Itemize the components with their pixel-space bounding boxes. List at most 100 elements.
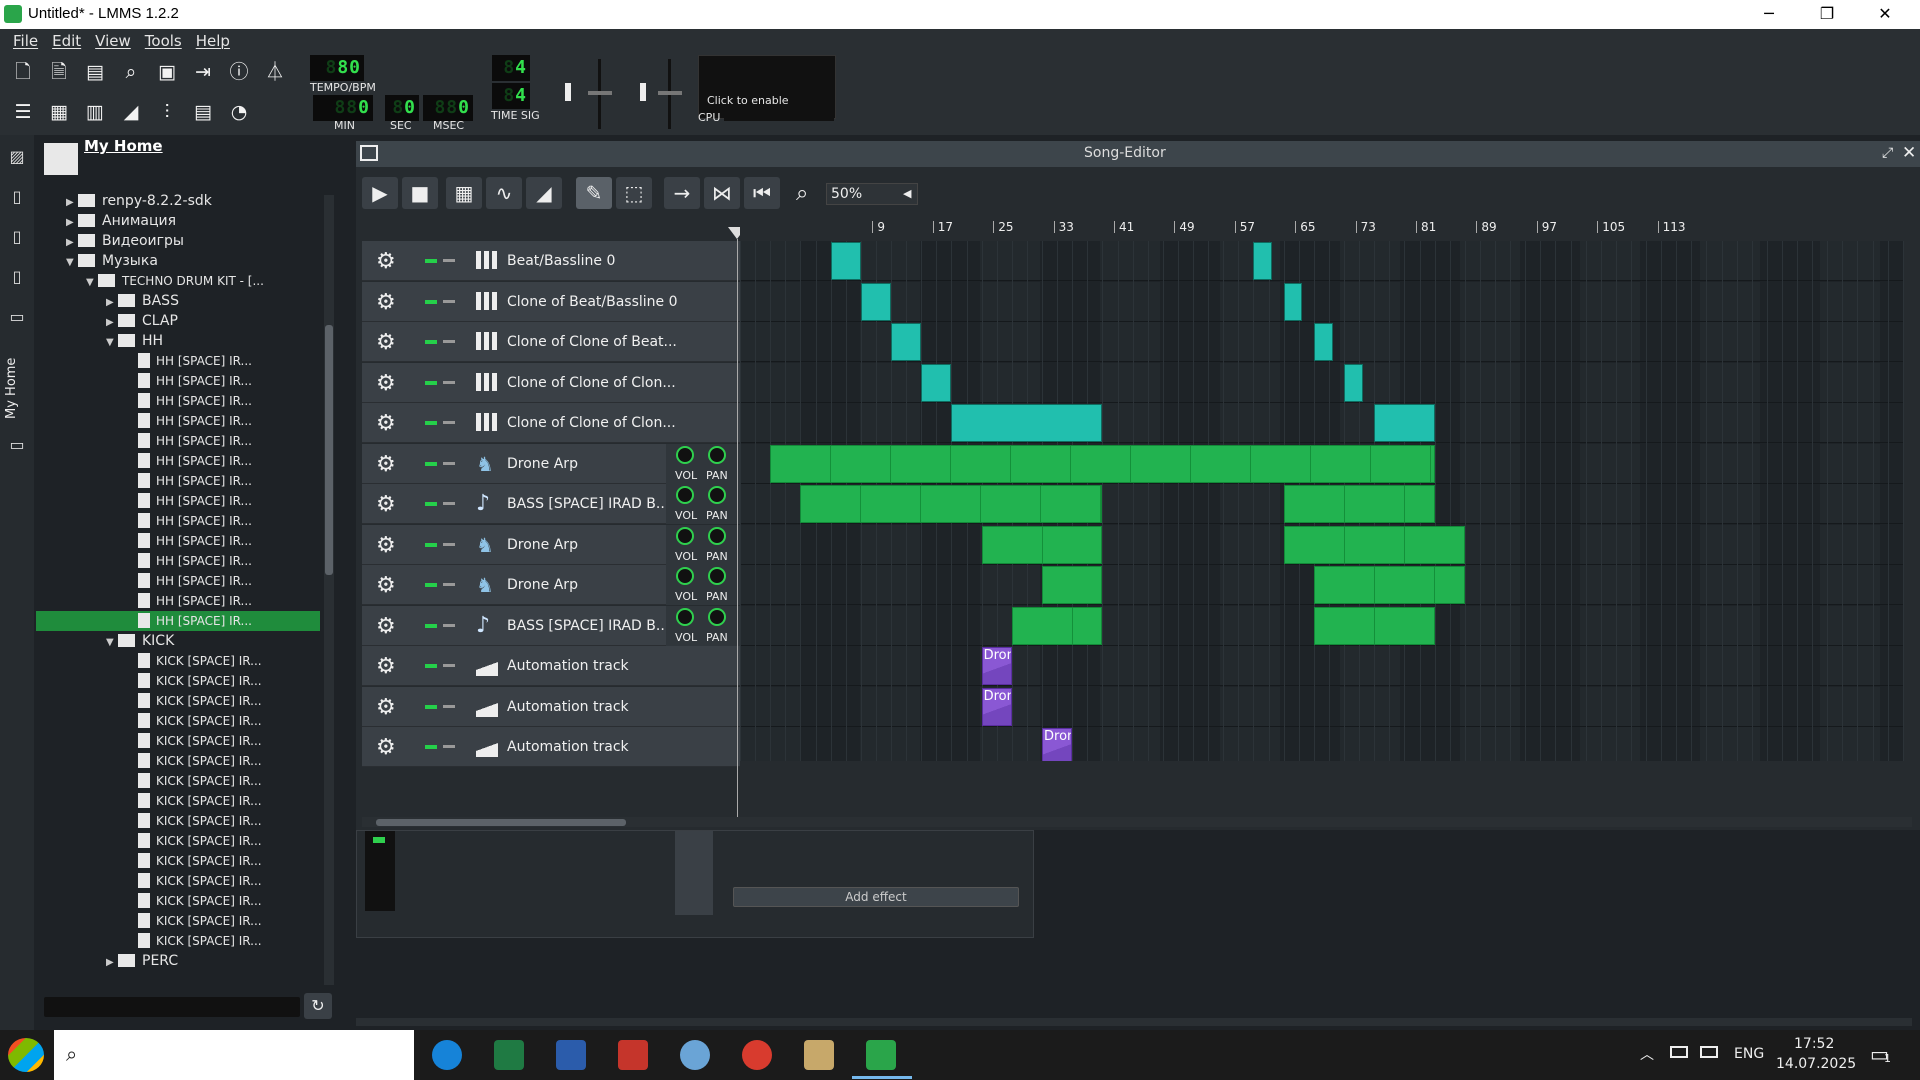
track-name[interactable]: Clone of Clone of Clon... xyxy=(507,415,676,431)
track-settings-gear-icon[interactable]: ⚙ xyxy=(376,249,396,274)
track-solo-toggle[interactable] xyxy=(443,502,455,505)
computer-tab[interactable]: ▭ xyxy=(6,435,28,457)
tree-file[interactable]: KICK [SPACE] IR... xyxy=(36,931,320,951)
track-name[interactable]: Clone of Clone of Beat... xyxy=(507,334,677,350)
instrument-pattern-clip[interactable] xyxy=(1011,606,1103,645)
track-mute-toggle[interactable] xyxy=(425,623,437,628)
track-mute-toggle[interactable] xyxy=(425,745,437,749)
tree-folder[interactable]: ▼ HH xyxy=(36,331,320,351)
panning-knob[interactable] xyxy=(708,445,726,464)
track-mute-toggle[interactable] xyxy=(425,421,437,425)
explorer-taskbar-icon[interactable] xyxy=(804,1040,834,1070)
tree-folder[interactable]: ▶ Видеоигры xyxy=(36,231,320,251)
track-settings-gear-icon[interactable]: ⚙ xyxy=(376,371,396,396)
menu-tools[interactable]: Tools xyxy=(138,29,189,50)
volume-knob[interactable] xyxy=(676,445,694,464)
automation-pattern-clip[interactable]: Drone Ar xyxy=(981,687,1012,726)
tree-file[interactable]: KICK [SPACE] IR... xyxy=(36,831,320,851)
track-row[interactable]: ⚙ Clone of Clone of Beat... xyxy=(362,322,740,362)
track-mute-toggle[interactable] xyxy=(425,380,437,385)
track-row[interactable]: ⚙ Automation track xyxy=(362,727,740,767)
expanded-arrow-icon[interactable]: ▼ xyxy=(66,253,78,273)
grid-row[interactable] xyxy=(740,727,1904,761)
mixer-fader[interactable] xyxy=(365,831,395,911)
tree-file[interactable]: HH [SPACE] IR... xyxy=(36,511,320,531)
grid-row[interactable] xyxy=(740,362,1904,403)
tree-file[interactable]: HH [SPACE] IR... xyxy=(36,451,320,471)
track-solo-toggle[interactable] xyxy=(443,704,455,708)
track-row[interactable]: ⚙ ♪ BASS [SPACE] IRAD B... VOL PAN xyxy=(362,484,740,524)
track-row[interactable]: ⚙ Clone of Beat/Bassline 0 xyxy=(362,281,740,322)
beat-pattern-clip[interactable] xyxy=(860,282,891,321)
track-solo-toggle[interactable] xyxy=(443,461,455,465)
track-name[interactable]: Drone Arp xyxy=(507,537,578,553)
menu-file[interactable]: File xyxy=(6,29,45,50)
tree-file[interactable]: HH [SPACE] IR... xyxy=(36,611,320,631)
my-home-tab-label[interactable]: My Home xyxy=(4,355,19,419)
track-name[interactable]: Beat/Bassline 0 xyxy=(507,253,615,269)
paint-taskbar-icon[interactable] xyxy=(680,1040,710,1070)
zoom-select[interactable]: 50% ◀ xyxy=(826,183,918,205)
beat-editor-toggle[interactable]: ▦ xyxy=(43,96,75,128)
close-button[interactable]: ✕ xyxy=(1862,0,1908,29)
track-solo-toggle[interactable] xyxy=(443,542,455,546)
my-home-tab-icon[interactable]: ▭ xyxy=(6,307,28,329)
lmms-taskbar-icon[interactable] xyxy=(866,1040,896,1070)
track-name[interactable]: Automation track xyxy=(507,699,629,715)
timesig-numerator[interactable]: 84 xyxy=(492,55,530,81)
tree-file[interactable]: KICK [SPACE] IR... xyxy=(36,911,320,931)
track-settings-gear-icon[interactable]: ⚙ xyxy=(376,533,396,558)
track-mute-toggle[interactable] xyxy=(425,664,437,668)
add-automation-track-button[interactable]: ◢ xyxy=(526,177,562,209)
track-settings-gear-icon[interactable]: ⚙ xyxy=(376,411,396,436)
beat-pattern-clip[interactable] xyxy=(1374,404,1435,442)
track-name[interactable]: Clone of Clone of Clon... xyxy=(507,375,676,391)
presets-tab[interactable]: ▯ xyxy=(6,267,28,289)
tree-file[interactable]: KICK [SPACE] IR... xyxy=(36,651,320,671)
taskbar-search[interactable]: ⌕ xyxy=(54,1030,414,1080)
language-indicator[interactable]: ENG xyxy=(1734,1046,1764,1062)
instrument-plugins-tab[interactable]: ▨ xyxy=(6,147,28,169)
tree-file[interactable]: KICK [SPACE] IR... xyxy=(36,871,320,891)
automation-editor-toggle[interactable]: ◢ xyxy=(115,96,147,128)
automation-pattern-clip[interactable]: Drone Ar xyxy=(981,647,1012,685)
tree-folder[interactable]: ▼ Музыка xyxy=(36,251,320,271)
horizontal-scroll-thumb[interactable] xyxy=(376,819,626,826)
automation-pattern-clip[interactable]: Drone Ar xyxy=(1042,728,1073,761)
collapsed-arrow-icon[interactable]: ▶ xyxy=(106,293,118,313)
track-settings-gear-icon[interactable]: ⚙ xyxy=(376,330,396,355)
beat-pattern-clip[interactable] xyxy=(830,242,861,280)
track-name[interactable]: BASS [SPACE] IRAD B... xyxy=(507,618,669,634)
track-solo-toggle[interactable] xyxy=(443,340,455,343)
oscilloscope[interactable]: Click to enable xyxy=(698,55,836,119)
tree-folder[interactable]: ▶ Анимация xyxy=(36,211,320,231)
beat-pattern-clip[interactable] xyxy=(951,404,1103,442)
tempo-display[interactable]: 880 xyxy=(310,55,364,81)
track-row[interactable]: ⚙ Clone of Clone of Clon... xyxy=(362,362,740,403)
track-settings-gear-icon[interactable]: ⚙ xyxy=(376,492,396,517)
panning-knob[interactable] xyxy=(708,526,726,545)
instrument-pattern-clip[interactable] xyxy=(1313,566,1465,604)
track-mute-toggle[interactable] xyxy=(425,461,437,466)
master-pitch-handle[interactable] xyxy=(658,91,682,95)
track-settings-gear-icon[interactable]: ⚙ xyxy=(376,695,396,720)
grid-row[interactable] xyxy=(740,281,1904,322)
master-volume-handle[interactable] xyxy=(588,91,612,95)
timeline-ruler[interactable]: 9 17 25 33 41 49 57 65 73 81 89 97 105 113 xyxy=(740,217,1904,241)
track-settings-gear-icon[interactable]: ⚙ xyxy=(376,452,396,477)
tree-file[interactable]: KICK [SPACE] IR... xyxy=(36,891,320,911)
beat-pattern-clip[interactable] xyxy=(1313,323,1333,361)
panning-knob[interactable] xyxy=(708,486,726,504)
beat-pattern-clip[interactable] xyxy=(1253,242,1273,280)
track-solo-toggle[interactable] xyxy=(443,745,455,748)
grid-row[interactable] xyxy=(740,686,1904,727)
track-row[interactable]: ⚙ ♞ Drone Arp VOL PAN xyxy=(362,443,740,484)
browser-filter-input[interactable] xyxy=(44,997,300,1017)
menu-edit[interactable]: Edit xyxy=(45,29,88,50)
tree-file[interactable]: KICK [SPACE] IR... xyxy=(36,791,320,811)
instrument-pattern-clip[interactable] xyxy=(800,485,1103,523)
track-name[interactable]: BASS [SPACE] IRAD B... xyxy=(507,496,669,512)
tree-folder[interactable]: ▼ TECHNO DRUM KIT - [... xyxy=(36,271,320,291)
tree-file[interactable]: KICK [SPACE] IR... xyxy=(36,851,320,871)
track-solo-toggle[interactable] xyxy=(443,583,455,586)
